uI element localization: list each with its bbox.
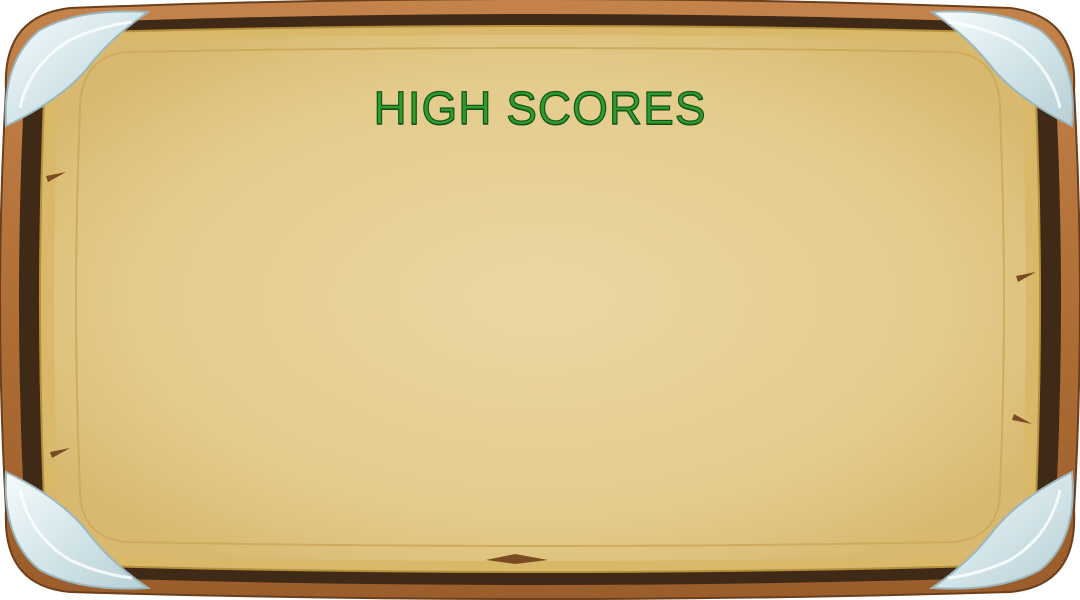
high-scores-board: HIGH SCORES: [0, 0, 1080, 600]
scores-list: [160, 150, 920, 510]
board-title: HIGH SCORES: [373, 81, 707, 134]
